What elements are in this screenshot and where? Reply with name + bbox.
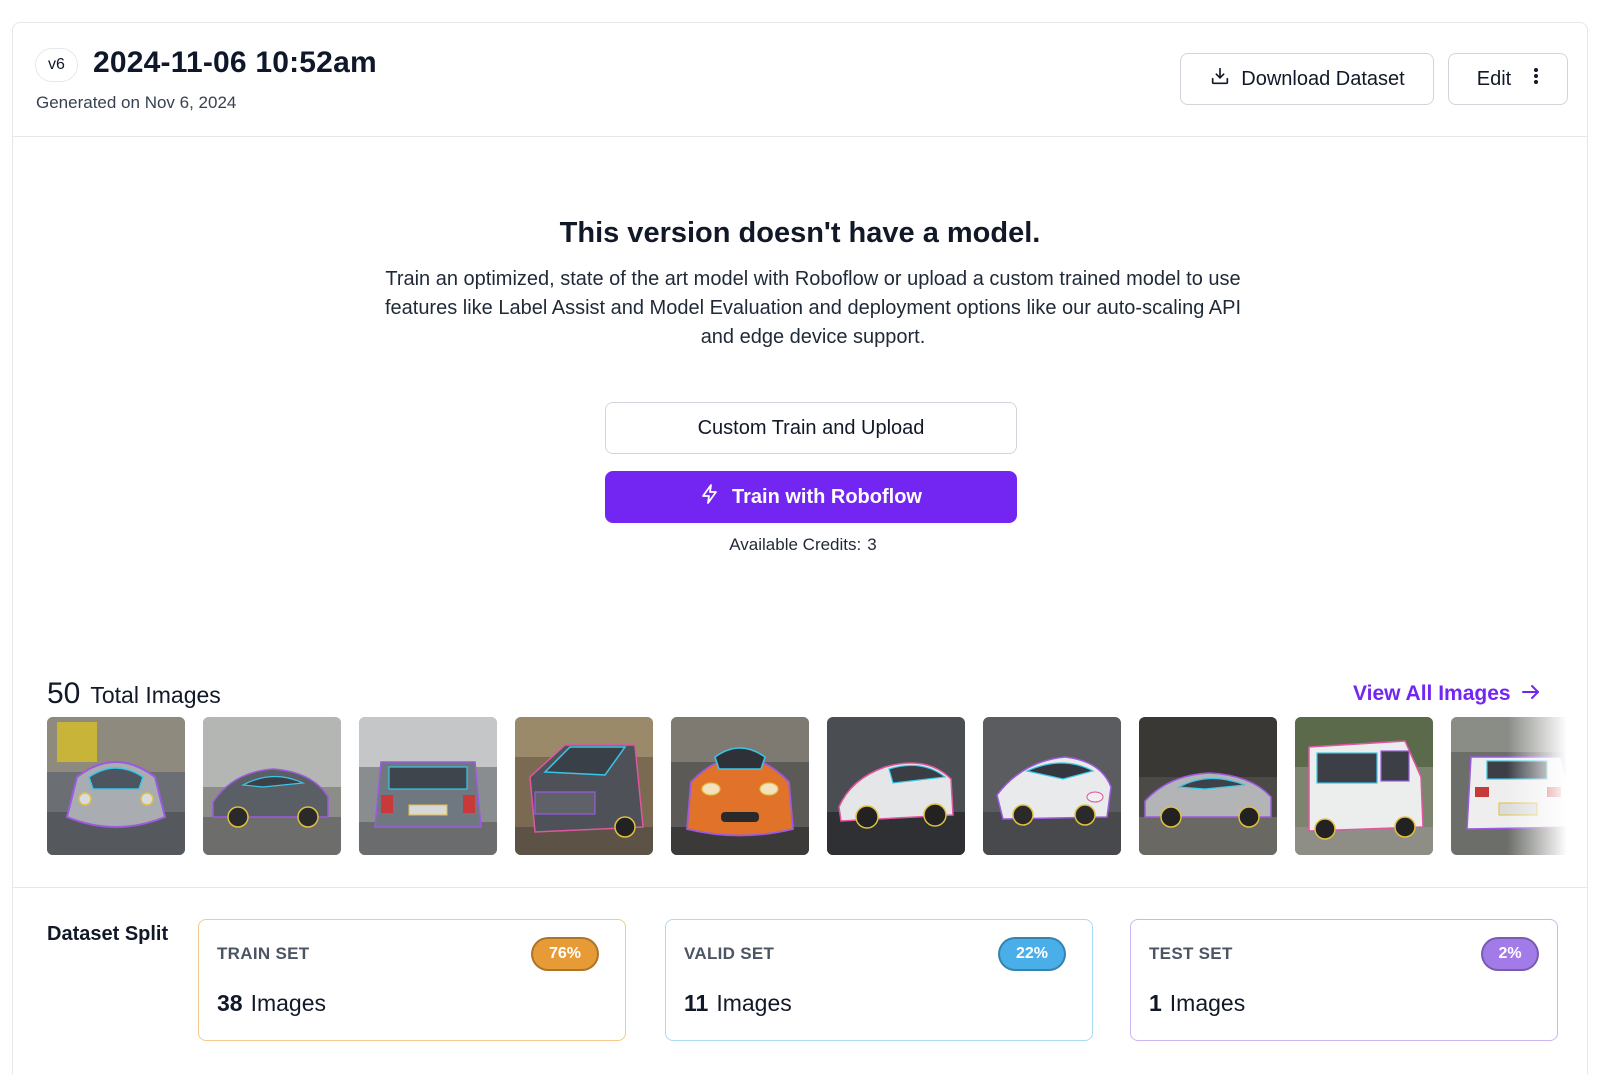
split-percent-badge: 76%: [531, 937, 599, 971]
thumbnail-4[interactable]: [515, 717, 653, 855]
split-count-value: 11: [684, 990, 709, 1016]
train-with-roboflow-button[interactable]: Train with Roboflow: [605, 471, 1017, 523]
credits-value: 3: [867, 535, 877, 554]
split-count-unit: Images: [716, 990, 792, 1016]
available-credits: Available Credits: 3: [13, 535, 1587, 555]
no-model-description: Train an optimized, state of the art mod…: [384, 268, 1242, 348]
download-label: Download Dataset: [1241, 67, 1405, 90]
test-set-card[interactable]: TEST SET 2% 1 Images: [1130, 919, 1558, 1041]
split-count: 11 Images: [684, 990, 792, 1017]
edit-button[interactable]: Edit: [1448, 53, 1568, 105]
thumbnail-9[interactable]: [1295, 717, 1433, 855]
thumbnail-8[interactable]: [1139, 717, 1277, 855]
dataset-split-label: Dataset Split: [47, 923, 169, 945]
total-images-count: 50: [47, 677, 81, 710]
thumbnail-5[interactable]: [671, 717, 809, 855]
section-divider: [13, 887, 1587, 888]
valid-set-card[interactable]: VALID SET 22% 11 Images: [665, 919, 1093, 1041]
train-set-card[interactable]: TRAIN SET 76% 38 Images: [198, 919, 626, 1041]
arrow-right-icon: [1521, 682, 1541, 706]
split-count-value: 38: [217, 990, 243, 1016]
thumbnail-1[interactable]: [47, 717, 185, 855]
split-name: TEST SET: [1149, 944, 1233, 963]
view-all-images-link[interactable]: View All Images: [1353, 682, 1541, 706]
image-thumbnails: [47, 717, 1567, 857]
split-count-value: 1: [1149, 990, 1162, 1016]
train-label: Train with Roboflow: [732, 485, 922, 508]
no-model-title: This version doesn't have a model.: [559, 217, 1041, 249]
split-count-unit: Images: [1169, 990, 1246, 1016]
download-dataset-button[interactable]: Download Dataset: [1180, 53, 1434, 105]
custom-train-upload-button[interactable]: Custom Train and Upload: [605, 402, 1017, 454]
split-count-unit: Images: [250, 990, 327, 1016]
total-images: 50 Total Images: [47, 677, 221, 711]
split-count: 38 Images: [217, 990, 326, 1017]
thumbnails-fade: [1507, 717, 1567, 857]
lightning-icon: [700, 483, 720, 511]
view-all-label: View All Images: [1353, 682, 1511, 705]
thumbnail-6[interactable]: [827, 717, 965, 855]
total-images-label: Total Images: [90, 682, 221, 708]
thumbnail-2[interactable]: [203, 717, 341, 855]
version-card: v6 2024-11-06 10:52am Generated on Nov 6…: [12, 22, 1588, 1074]
split-count: 1 Images: [1149, 990, 1245, 1017]
split-percent-badge: 22%: [998, 937, 1066, 971]
download-icon: [1209, 65, 1231, 93]
split-name: VALID SET: [684, 944, 775, 963]
split-percent-badge: 2%: [1481, 937, 1539, 971]
version-badge: v6: [35, 48, 78, 82]
version-title: 2024-11-06 10:52am: [93, 46, 377, 79]
generated-date: Generated on Nov 6, 2024: [36, 93, 237, 112]
thumbnail-7[interactable]: [983, 717, 1121, 855]
split-name: TRAIN SET: [217, 944, 310, 963]
edit-label: Edit: [1476, 67, 1512, 90]
version-header: v6 2024-11-06 10:52am Generated on Nov 6…: [13, 23, 1587, 137]
thumbnail-3[interactable]: [359, 717, 497, 855]
credits-label: Available Credits:: [729, 535, 862, 554]
more-vertical-icon: [1533, 66, 1539, 92]
